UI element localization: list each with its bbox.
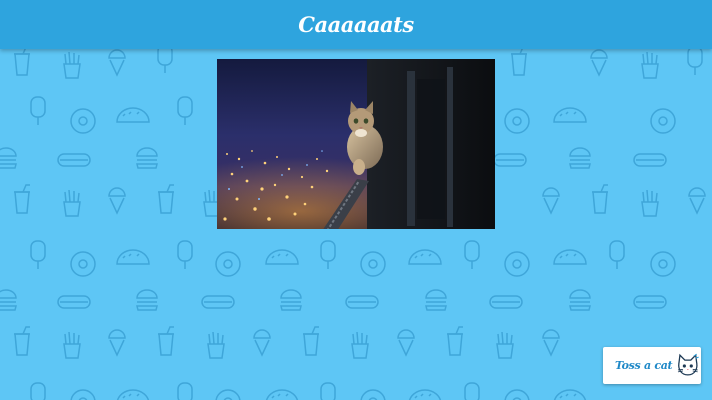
app-header: Caaaaaats [0, 0, 712, 49]
toss-a-cat-label: Toss a cat [615, 359, 673, 372]
toss-a-cat-button[interactable]: Toss a cat [603, 347, 701, 384]
page-title: Caaaaaats [298, 11, 414, 37]
cat-photo-image [217, 59, 495, 229]
cat-photo [217, 59, 495, 229]
cat-face-icon [678, 353, 700, 376]
